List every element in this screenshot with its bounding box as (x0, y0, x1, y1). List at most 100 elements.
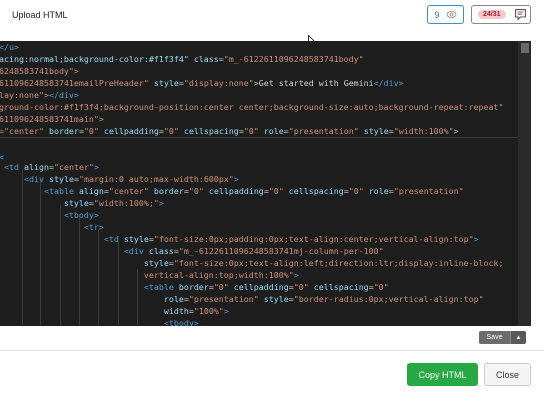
code-editor[interactable]: </u> acing:normal;background-color:#f1f3f… (0, 41, 531, 326)
copy-html-button[interactable]: Copy HTML (407, 363, 478, 386)
code-token: "0" (243, 126, 264, 136)
code-token: style (153, 78, 179, 88)
views-badge[interactable]: 9 (427, 5, 464, 24)
save-button[interactable]: Save (479, 331, 510, 344)
editor-section-divider (0, 137, 518, 138)
code-token: acing:normal;background-color:#f1f3f4" (0, 54, 194, 64)
code-token: 6110962485837​41emailPreHeader" (0, 78, 154, 88)
comment-list-icon (514, 9, 526, 21)
code-token: style (263, 294, 289, 304)
code-token: > (473, 234, 479, 244)
code-token: </div> (373, 78, 404, 88)
code-line: <tr> (0, 221, 104, 233)
code-token: 6248583741body"> (0, 66, 79, 76)
code-token: cellpadding (103, 126, 159, 136)
code-token: role (368, 186, 389, 196)
code-token: "font-size:0px;text-align:left;direction… (173, 258, 504, 268)
code-token: ="center" (0, 126, 49, 136)
footer-divider (0, 350, 544, 351)
code-token: "m_-6122611096248583741body" (223, 54, 364, 64)
code-token: "font-size:0px;padding:0px;text-align:ce… (153, 234, 474, 244)
code-token: "center" (53, 162, 94, 172)
code-token: lay:none"> (0, 90, 49, 100)
code-token: > (223, 306, 229, 316)
code-line: ground-color:#f1f3f4;background-position… (0, 101, 504, 113)
code-token: role (263, 126, 284, 136)
code-line: style="font-size:0px;text-align:left;dir… (0, 257, 504, 269)
code-token: "margin:0 auto;max-width:600px" (78, 174, 234, 184)
code-token: ground-color:#f1f3f4;background-position… (0, 102, 504, 112)
modal-header: Upload HTML 9 24/31 (0, 0, 544, 30)
save-control: Save ▲ (479, 331, 527, 344)
code-token: "presentation" (188, 294, 264, 304)
code-line: <td align="center"> (0, 161, 99, 173)
code-line: 6110962485837​41emailPreHeader" style="d… (0, 77, 404, 89)
code-token: border (48, 126, 79, 136)
modal-title: Upload HTML (12, 10, 68, 20)
code-token: "m_-6122611096248583741mj-column-per-100… (178, 246, 384, 256)
comments-badge[interactable]: 24/31 (471, 5, 531, 24)
code-line: vertical-align:top;width:100%"> (0, 269, 299, 281)
code-token: border (153, 186, 184, 196)
code-token: </u> (0, 42, 19, 52)
code-token: <table (143, 282, 179, 292)
code-token: "center" (108, 186, 154, 196)
code-token: "presentation" (393, 186, 464, 196)
code-token: <tbody> (63, 210, 99, 220)
code-token: "0" (348, 186, 369, 196)
code-token: width (163, 306, 189, 316)
code-line: style="width:100%;"> (0, 197, 164, 209)
code-line: lay:none"></div> (0, 89, 79, 101)
code-token: class (193, 54, 219, 64)
save-options-toggle[interactable]: ▲ (510, 331, 526, 344)
code-token: role (163, 294, 184, 304)
code-token: 611096248583741main"> (0, 114, 104, 124)
code-line: role="presentation" style="border-radius… (0, 293, 484, 305)
code-token: > (158, 198, 164, 208)
code-token: cellpadding (233, 282, 289, 292)
code-token: class (148, 246, 174, 256)
close-button[interactable]: Close (484, 363, 531, 386)
code-line: <div style="margin:0 auto;max-width:600p… (0, 173, 239, 185)
comment-count-pill: 24/31 (478, 10, 506, 19)
editor-scrollbar[interactable] (518, 41, 531, 326)
code-token: >Get started with Gemini (253, 78, 374, 88)
code-token: "0" (213, 282, 234, 292)
code-line: 611096248583741main"> (0, 113, 104, 125)
code-token: <div (123, 246, 149, 256)
code-token: cellspacing (183, 126, 239, 136)
code-line: </u> (0, 41, 19, 53)
code-token: <div (23, 174, 49, 184)
code-token: <table (43, 186, 79, 196)
code-token: > (93, 162, 99, 172)
code-token: style (63, 198, 89, 208)
code-token: "width:100%" (393, 126, 454, 136)
code-token: <tr> (83, 222, 104, 232)
code-line: width="100%"> (0, 305, 229, 317)
code-token: style (363, 126, 389, 136)
code-token: border (178, 282, 209, 292)
code-token: > (453, 126, 459, 136)
code-line: <table align="center" border="0" cellpad… (0, 185, 464, 197)
code-token: "width:100%;" (93, 198, 159, 208)
code-token: style (143, 258, 169, 268)
code-line: <table border="0" cellpadding="0" cellsp… (0, 281, 389, 293)
code-line: <tbody> (0, 317, 199, 326)
code-token: align (78, 186, 104, 196)
editor-scroll-thumb[interactable] (521, 43, 529, 53)
code-token: cellspacing (313, 282, 369, 292)
code-token: "0" (373, 282, 389, 292)
code-token: "border-radius:0px;vertical-align:top" (293, 294, 484, 304)
code-token: <tbody> (163, 318, 199, 326)
code-line: <tbody> (0, 209, 99, 221)
